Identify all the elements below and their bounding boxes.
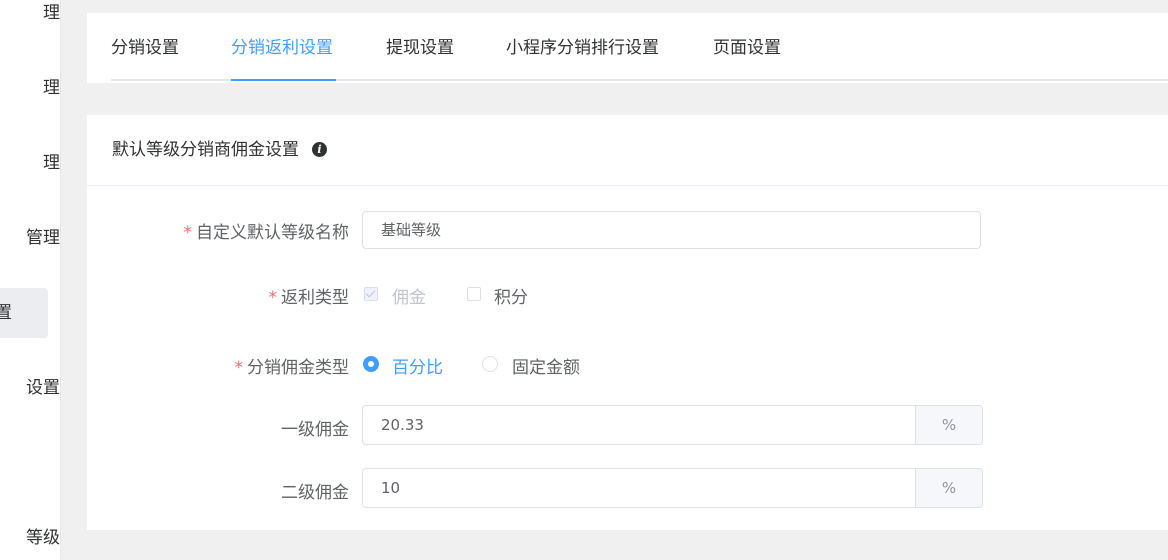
level1-commission-label: 一级佣金 — [281, 420, 349, 440]
percent-unit: % — [915, 406, 982, 444]
sidebar-item-4[interactable]: 管理 — [26, 213, 60, 263]
required-mark: * — [183, 223, 193, 243]
level2-commission-value[interactable]: 10 — [363, 469, 916, 507]
sidebar-item-2[interactable]: 理 — [43, 63, 60, 113]
sidebar-item-label: 置 — [0, 288, 12, 338]
card-title: 默认等级分销商佣金设置 — [112, 140, 299, 160]
percent-unit: % — [915, 469, 982, 507]
sidebar-item-3[interactable]: 理 — [43, 138, 60, 188]
required-mark: * — [268, 288, 278, 308]
sidebar-item-1[interactable]: 理 — [43, 0, 60, 38]
tab-withdraw-settings[interactable]: 提现设置 — [386, 13, 454, 83]
commission-type-label: * 分销佣金类型 — [234, 358, 350, 378]
percentage-radio-label: 百分比 — [392, 358, 443, 378]
percentage-radio[interactable] — [363, 356, 379, 372]
points-checkbox[interactable] — [467, 287, 481, 301]
sidebar-item-label: 设置 — [26, 378, 60, 398]
tab-page-settings[interactable]: 页面设置 — [713, 13, 781, 83]
level-name-label: * 自定义默认等级名称 — [183, 223, 350, 243]
tab-rebate-settings[interactable]: 分销返利设置 — [231, 13, 333, 83]
level1-commission-input[interactable]: 20.33 % — [362, 405, 983, 445]
sidebar-item-label: 等级 — [26, 528, 60, 548]
rebate-type-label: * 返利类型 — [268, 288, 350, 308]
sidebar-item-label: 理 — [43, 153, 60, 173]
required-mark: * — [234, 358, 244, 378]
level2-commission-input[interactable]: 10 % — [362, 468, 983, 508]
level1-commission-value[interactable]: 20.33 — [363, 406, 916, 444]
sidebar-item-label: 管理 — [26, 228, 60, 248]
active-tab-indicator — [231, 79, 336, 81]
sidebar-item-6[interactable]: 设置 — [26, 363, 60, 413]
sidebar-item-5-active[interactable]: 置 — [0, 288, 48, 338]
tab-distribution-settings[interactable]: 分销设置 — [111, 13, 179, 83]
sidebar: 理 理 理 管理 置 设置 等级 — [0, 0, 61, 560]
card-header: 默认等级分销商佣金设置 i — [87, 115, 1168, 186]
points-checkbox-label: 积分 — [494, 288, 528, 308]
info-icon[interactable]: i — [312, 142, 327, 157]
level-name-input[interactable]: 基础等级 — [362, 211, 981, 249]
sidebar-item-label: 理 — [43, 78, 60, 98]
sidebar-item-label: 理 — [43, 3, 60, 23]
tabs-bar: 分销设置 分销返利设置 提现设置 小程序分销排行设置 页面设置 — [87, 13, 1168, 83]
commission-settings-card: 默认等级分销商佣金设置 i * 自定义默认等级名称 基础等级 * 返利类型 佣金 积… — [87, 115, 1168, 530]
fixed-amount-radio-label: 固定金额 — [512, 358, 580, 378]
fixed-amount-radio[interactable] — [482, 356, 498, 372]
level2-commission-label: 二级佣金 — [281, 483, 349, 503]
sidebar-item-7[interactable]: 等级 — [26, 513, 60, 560]
commission-checkbox-label: 佣金 — [392, 288, 426, 308]
tab-miniprogram-ranking-settings[interactable]: 小程序分销排行设置 — [506, 13, 659, 83]
commission-checkbox[interactable] — [364, 287, 378, 301]
